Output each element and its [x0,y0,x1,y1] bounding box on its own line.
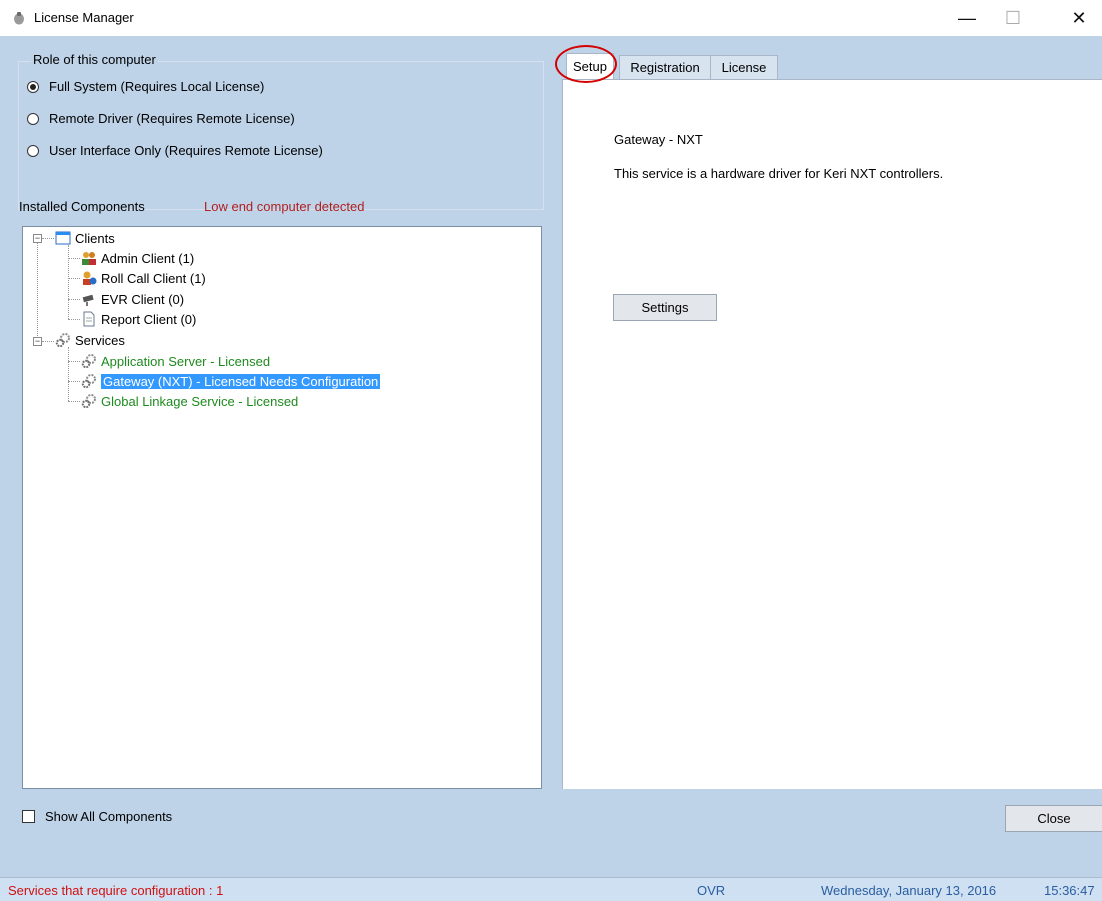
tree-node-label: Roll Call Client (1) [101,270,206,286]
status-bar: Services that require configuration : 1 … [0,877,1102,901]
collapse-services-toggle[interactable]: − [33,337,42,346]
tree-node-services[interactable]: Services [55,330,125,350]
status-date: Wednesday, January 13, 2016 [821,883,997,898]
service-description: This service is a hardware driver for Ke… [614,166,944,181]
service-name: Gateway - NXT [614,132,703,147]
status-message: Services that require configuration : 1 [8,883,224,898]
window-title: License Manager [34,10,134,25]
camera-icon [82,294,94,306]
role-option-remote-driver[interactable]: Remote Driver (Requires Remote License) [27,111,295,126]
settings-button[interactable]: Settings [613,294,717,321]
maximize-button[interactable]: ☐ [990,0,1036,36]
show-all-components[interactable]: Show All Components [22,809,172,824]
tree-node-label: Report Client (0) [101,311,197,327]
tab-registration[interactable]: Registration [619,55,711,79]
tree-node-gateway-nxt[interactable]: Gateway (NXT) - Licensed Needs Configura… [81,371,381,391]
role-option-label: User Interface Only (Requires Remote Lic… [49,143,323,158]
app-icon [14,12,24,25]
low-end-warning: Low end computer detected [204,199,365,214]
role-option-label: Full System (Requires Local License) [49,79,265,94]
tree-node-application-server[interactable]: Application Server - Licensed [81,351,270,371]
tree-node-report-client[interactable]: Report Client (0) [81,309,196,329]
user-badge-icon [83,271,97,285]
tree-node-clients[interactable]: Clients [55,228,115,248]
main-area: Role of this computer Full System (Requi… [0,36,1102,877]
role-option-user-interface[interactable]: User Interface Only (Requires Remote Lic… [27,143,323,158]
show-all-label: Show All Components [45,809,173,824]
role-option-label: Remote Driver (Requires Remote License) [49,111,295,126]
minimize-button[interactable]: — [944,0,990,36]
tree-node-evr-client[interactable]: EVR Client (0) [81,289,184,309]
tree-node-label: Clients [75,230,115,246]
tree-node-label: EVR Client (0) [101,291,185,307]
components-tree[interactable]: − Clients Admin Client (1) Roll Call Cli… [22,226,542,789]
gears-icon [55,333,70,348]
radio-full-system[interactable] [27,80,39,93]
tab-license[interactable]: License [710,55,778,79]
tree-node-admin-client[interactable]: Admin Client (1) [81,248,194,268]
users-icon [82,252,96,265]
close-window-button[interactable]: ✕ [1056,0,1102,36]
gears-icon [81,374,96,389]
close-button[interactable]: Close [1005,805,1102,832]
tree-node-label: Application Server - Licensed [101,353,271,369]
tree-node-label: Admin Client (1) [101,250,195,266]
tree-node-label: Global Linkage Service - Licensed [101,393,299,409]
radio-user-interface[interactable] [27,144,39,157]
radio-remote-driver[interactable] [27,112,39,125]
document-icon [83,311,95,327]
show-all-checkbox[interactable] [22,810,35,823]
gears-icon [81,354,96,369]
collapse-clients-toggle[interactable]: − [33,234,42,243]
tab-panel [562,79,1102,789]
window-icon [55,231,71,245]
red-circle-annotation [555,45,617,83]
tree-node-global-linkage[interactable]: Global Linkage Service - Licensed [81,391,298,411]
tree-node-label: Services [75,332,125,348]
gears-icon [81,394,96,409]
installed-components-label: Installed Components [19,199,145,214]
role-group-title: Role of this computer [31,52,158,67]
title-bar: License Manager — ☐ ✕ [0,0,1102,36]
tree-node-roll-call-client[interactable]: Roll Call Client (1) [81,268,206,288]
status-time: 15:36:47 [1044,883,1095,898]
role-option-full-system[interactable]: Full System (Requires Local License) [27,79,264,94]
tree-node-label-selected: Gateway (NXT) - Licensed Needs Configura… [101,373,381,389]
status-mode: OVR [697,883,726,898]
